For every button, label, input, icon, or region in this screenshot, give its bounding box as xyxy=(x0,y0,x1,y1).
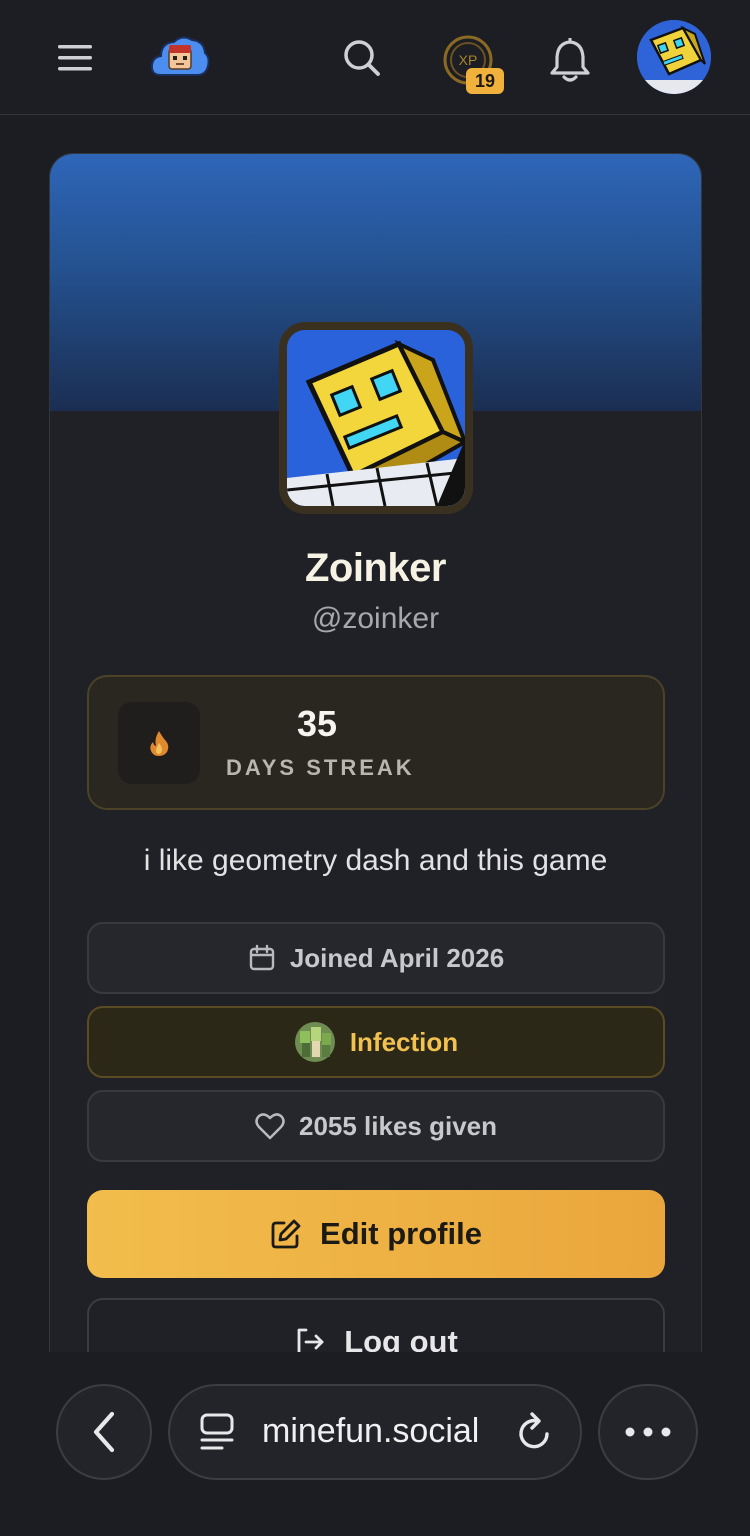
flame-icon xyxy=(150,731,169,756)
menu-icon xyxy=(58,45,92,71)
likes-given-pill: 2055 likes given xyxy=(87,1090,665,1162)
edit-profile-label: Edit profile xyxy=(320,1216,482,1251)
joined-date-text: Joined April 2026 xyxy=(289,942,505,973)
xp-count-badge: 19 xyxy=(466,68,504,94)
edit-icon xyxy=(271,1219,301,1249)
search-button[interactable] xyxy=(338,34,386,82)
streak-label: DAYS STREAK xyxy=(226,755,415,780)
likes-given-text: 2055 likes given xyxy=(298,1110,498,1141)
cloud-logo-icon xyxy=(150,36,210,76)
more-dots-icon xyxy=(625,1427,671,1437)
chevron-left-icon xyxy=(93,1411,115,1453)
display-name: Zoinker xyxy=(305,546,446,590)
joined-date-pill: Joined April 2026 xyxy=(87,922,665,994)
streak-count: 35 xyxy=(297,703,338,744)
address-bar[interactable]: minefun.social xyxy=(168,1384,582,1480)
username-handle: @zoinker xyxy=(311,602,440,635)
streak-panel: 35 DAYS STREAK xyxy=(87,675,665,810)
bell-icon xyxy=(550,38,590,82)
profile-avatar xyxy=(279,322,473,514)
infection-group-icon xyxy=(294,1022,335,1062)
reload-icon[interactable] xyxy=(515,1410,555,1454)
edit-profile-button[interactable]: Edit profile xyxy=(87,1190,665,1278)
user-avatar-button[interactable] xyxy=(637,20,711,94)
notifications-button[interactable] xyxy=(546,34,594,86)
profile-avatar-image xyxy=(287,330,465,506)
site-logo[interactable] xyxy=(148,28,212,84)
url-text: minefun.social xyxy=(262,1412,480,1450)
profile-bio: i like geometry dash and this game xyxy=(143,844,608,877)
back-button[interactable] xyxy=(56,1384,152,1480)
tabs-page-icon xyxy=(200,1413,234,1450)
group-pill[interactable]: Infection xyxy=(87,1006,665,1078)
calendar-icon xyxy=(249,944,275,971)
search-icon xyxy=(344,40,380,76)
group-name: Infection xyxy=(349,1026,459,1057)
browser-toolbar: minefun.social xyxy=(0,1352,750,1536)
streak-flame-box xyxy=(118,702,200,784)
top-navigation-bar: XP 19 xyxy=(0,0,750,115)
avatar xyxy=(637,20,711,94)
xp-label: XP xyxy=(459,52,478,68)
heart-icon xyxy=(255,1113,285,1140)
more-options-button[interactable] xyxy=(598,1384,698,1480)
menu-button[interactable] xyxy=(52,34,100,82)
profile-card: Zoinker @zoinker 35 DAYS STREAK i like g… xyxy=(49,153,702,1413)
xp-button[interactable]: XP 19 xyxy=(438,30,504,96)
